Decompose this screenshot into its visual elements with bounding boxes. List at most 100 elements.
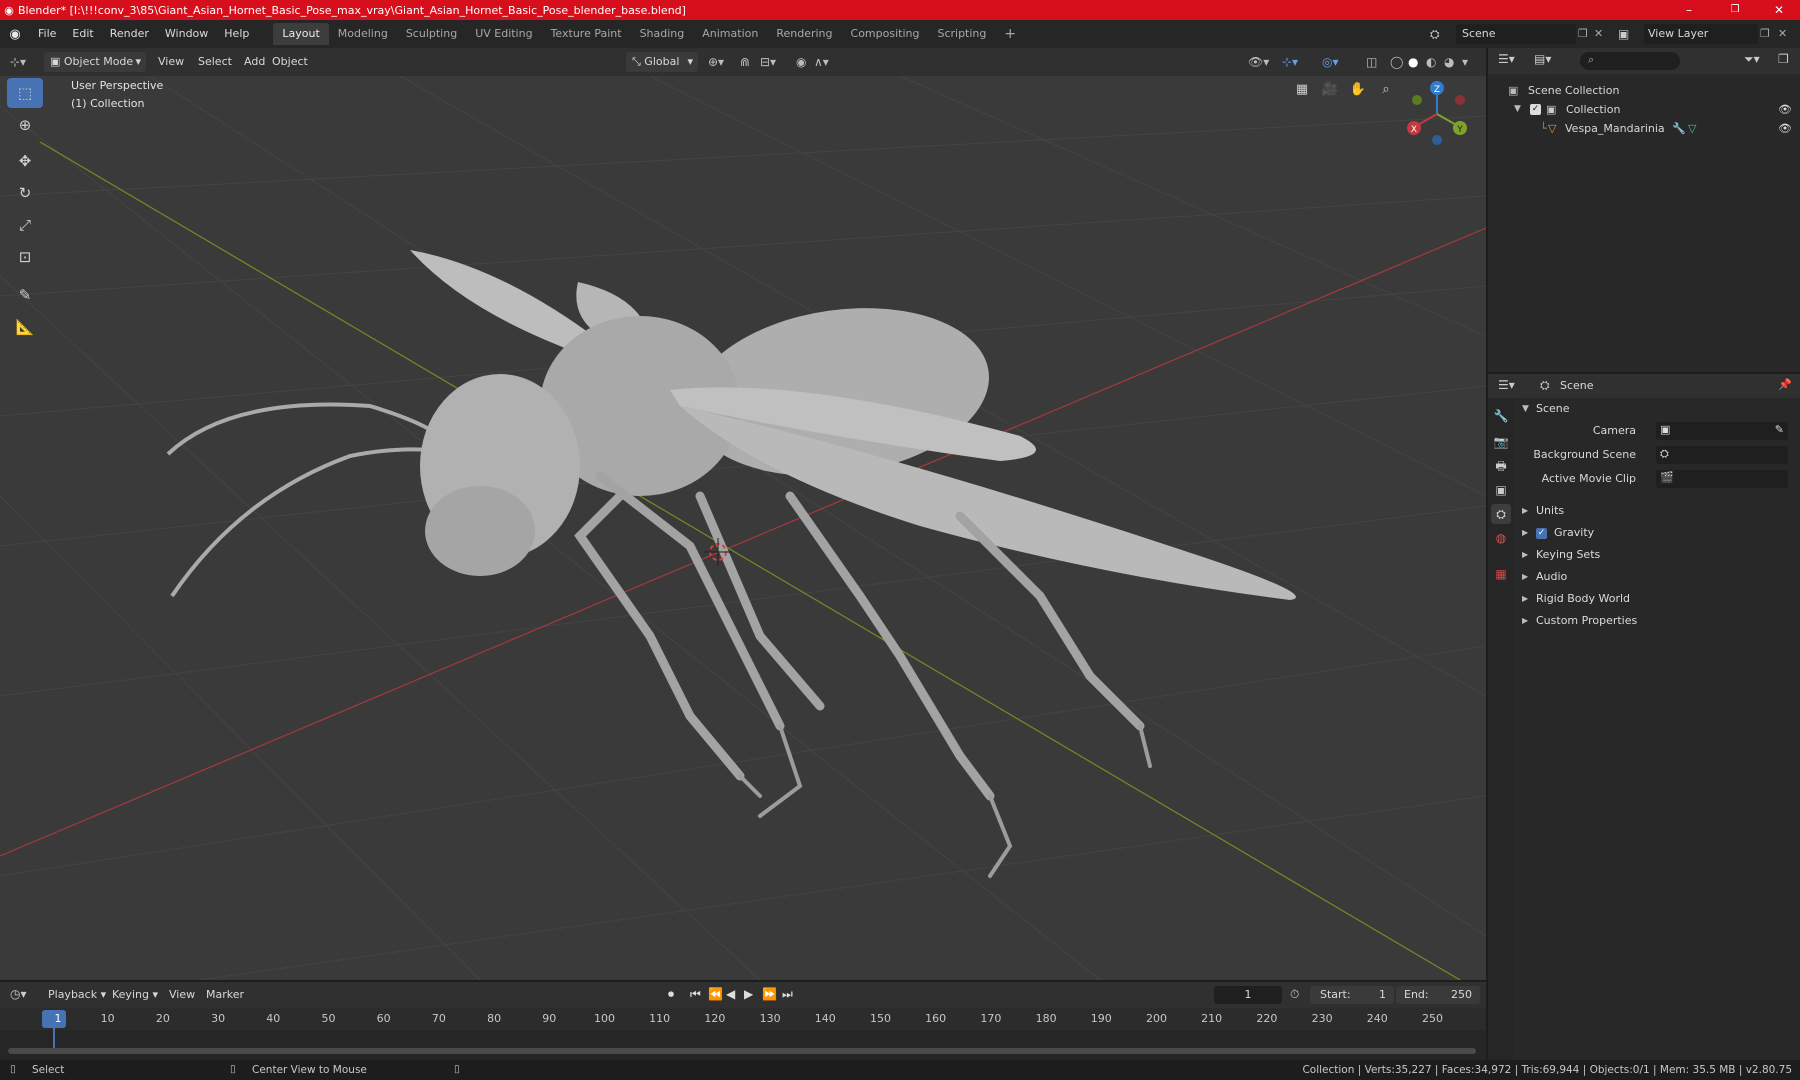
rotate-tool-icon[interactable]: ↻	[7, 178, 43, 208]
outliner-search-input[interactable]: ⌕	[1580, 52, 1680, 70]
move-tool-icon[interactable]: ✥	[7, 146, 43, 176]
gizmo-toggle-icon[interactable]: ⊹▾	[1282, 52, 1298, 72]
tab-animation[interactable]: Animation	[693, 23, 767, 45]
3d-viewport[interactable]: Z Y X User Perspective (1) Collection ▦ …	[0, 76, 1486, 980]
jump-start-icon[interactable]: ⏮	[690, 987, 701, 1002]
pin-icon[interactable]: 📌	[1778, 378, 1792, 391]
eyedropper-icon[interactable]: ✎	[1775, 423, 1784, 436]
tool-tab-icon[interactable]: 🔧	[1491, 406, 1511, 426]
measure-tool-icon[interactable]: 📐	[7, 312, 43, 342]
shading-options-icon[interactable]: ▾	[1462, 52, 1468, 72]
toggle-camera-ortho-icon[interactable]: ▦	[1290, 78, 1314, 102]
units-panel-header[interactable]: ▶ Units	[1514, 500, 1800, 522]
active-movie-clip-field[interactable]: 🎬	[1656, 470, 1788, 488]
jump-keyframe-forward-icon[interactable]: ⏩	[762, 987, 777, 1001]
modifier-wrench-icon[interactable]: 🔧	[1672, 119, 1686, 138]
new-view-layer-icon[interactable]: ❐	[1760, 24, 1776, 44]
audio-panel-header[interactable]: ▶ Audio	[1514, 566, 1800, 588]
custom-properties-panel-header[interactable]: ▶ Custom Properties	[1514, 610, 1800, 632]
end-frame-field[interactable]: End: 250	[1396, 986, 1480, 1004]
start-frame-field[interactable]: Start: 1	[1310, 986, 1394, 1004]
outliner-row-collection[interactable]: ▼ ✓ ▣ Collection 👁	[1488, 100, 1800, 119]
display-mode-icon[interactable]: ▤▾	[1534, 52, 1551, 66]
menu-render[interactable]: Render	[102, 20, 157, 48]
gravity-panel-header[interactable]: ▶ ✓ Gravity	[1514, 522, 1800, 544]
xray-toggle-icon[interactable]: ◫	[1366, 52, 1377, 72]
timeline-scrollbar[interactable]	[8, 1048, 1476, 1054]
new-scene-icon[interactable]: ❐	[1578, 24, 1594, 44]
menu-help[interactable]: Help	[216, 20, 257, 48]
current-frame-field[interactable]: 1	[1214, 986, 1282, 1004]
wireframe-shading-icon[interactable]: ◯	[1390, 52, 1403, 72]
pan-view-icon[interactable]: ✋	[1346, 78, 1370, 102]
editor-type-icon[interactable]: ⊹▾	[10, 52, 26, 72]
camera-field[interactable]: ▣ ✎	[1656, 422, 1788, 440]
outliner-row-object[interactable]: └ ▽ Vespa_Mandarinia 🔧 ▽ 👁	[1488, 119, 1800, 138]
tab-sculpting[interactable]: Sculpting	[397, 23, 466, 45]
background-scene-field[interactable]: ⛭	[1656, 446, 1788, 464]
snap-icon[interactable]: ⋒	[740, 52, 750, 72]
timeline-area[interactable]: 1 10 20 30 40 50 60 70 80 90 100 110 120 130 140 150 160…	[0, 1008, 1486, 1060]
eye-icon[interactable]: 👁	[1778, 100, 1792, 119]
delete-view-layer-icon[interactable]: ✕	[1778, 24, 1794, 44]
properties-editor-type-icon[interactable]: ☰▾	[1498, 378, 1515, 392]
blender-menu-icon[interactable]: ◉	[0, 27, 30, 42]
new-collection-icon[interactable]: ❐	[1778, 52, 1789, 66]
keying-sets-panel-header[interactable]: ▶ Keying Sets	[1514, 544, 1800, 566]
outliner-editor-type-icon[interactable]: ☰▾	[1498, 52, 1515, 66]
delete-scene-icon[interactable]: ✕	[1594, 24, 1610, 44]
jump-keyframe-back-icon[interactable]: ⏪	[708, 987, 723, 1001]
menu-window[interactable]: Window	[157, 20, 216, 48]
transform-orientation-dropdown[interactable]: ⤡ Global ▾	[626, 52, 698, 72]
view-layer-icon[interactable]: ▣	[1618, 24, 1642, 44]
view-layer-selector[interactable]: View Layer	[1644, 24, 1758, 44]
proportional-editing-icon[interactable]: ◉	[796, 52, 806, 72]
gravity-checkbox[interactable]: ✓	[1536, 528, 1547, 539]
zoom-view-icon[interactable]: ⌕	[1374, 78, 1398, 102]
play-reverse-icon[interactable]: ◀	[726, 987, 735, 1001]
tab-rendering[interactable]: Rendering	[767, 23, 841, 45]
tab-uv-editing[interactable]: UV Editing	[466, 23, 541, 45]
jump-end-icon[interactable]: ⏭	[782, 987, 793, 1002]
tab-layout[interactable]: Layout	[273, 23, 329, 45]
select-box-tool-icon[interactable]: ⬚	[7, 78, 43, 108]
texture-tab-icon[interactable]: ▦	[1491, 564, 1511, 584]
minimize-button[interactable]: –	[1666, 0, 1712, 20]
frame-ruler[interactable]: 1 10 20 30 40 50 60 70 80 90 100 110 120 130 140 150 160…	[0, 1008, 1486, 1030]
tab-shading[interactable]: Shading	[631, 23, 694, 45]
tab-modeling[interactable]: Modeling	[329, 23, 397, 45]
expand-arrow-icon[interactable]: ▼	[1514, 100, 1521, 119]
record-icon[interactable]: ⏺	[668, 987, 674, 1002]
filter-icon[interactable]: ⏷▾	[1744, 52, 1760, 67]
playback-menu[interactable]: Playback ▾	[48, 988, 106, 1001]
object-menu[interactable]: Object	[266, 52, 314, 72]
rigid-body-world-panel-header[interactable]: ▶ Rigid Body World	[1514, 588, 1800, 610]
snap-target-icon[interactable]: ⊟▾	[760, 52, 776, 72]
timeline-editor-type-icon[interactable]: ◷▾	[10, 987, 27, 1001]
scene-panel-header[interactable]: ▼ Scene	[1514, 398, 1800, 420]
play-icon[interactable]: ▶	[744, 987, 753, 1001]
visibility-icon[interactable]: 👁▾	[1248, 52, 1269, 72]
timeline-view-menu[interactable]: View	[169, 988, 195, 1001]
navigation-gizmo[interactable]: Z Y X	[1407, 81, 1467, 145]
scale-tool-icon[interactable]: ⤢	[7, 210, 43, 240]
maximize-button[interactable]: ❐	[1712, 0, 1758, 20]
tab-compositing[interactable]: Compositing	[842, 23, 929, 45]
rendered-shading-icon[interactable]: ◕	[1444, 52, 1454, 72]
scene-selector[interactable]: Scene	[1456, 24, 1576, 44]
material-shading-icon[interactable]: ◐	[1426, 52, 1436, 72]
use-preview-range-icon[interactable]: ⏱	[1290, 987, 1299, 1002]
eye-icon[interactable]: 👁	[1778, 119, 1792, 138]
scene-tab-icon[interactable]: ⛭	[1491, 504, 1511, 524]
collection-checkbox[interactable]: ✓	[1530, 104, 1541, 115]
view-menu[interactable]: View	[152, 52, 190, 72]
tab-scripting[interactable]: Scripting	[928, 23, 995, 45]
scene-icon[interactable]: ⛭	[1430, 24, 1448, 44]
camera-view-icon[interactable]: 🎥	[1318, 78, 1342, 102]
cursor-tool-icon[interactable]: ⊕	[7, 110, 43, 140]
solid-shading-icon[interactable]: ●	[1408, 52, 1418, 72]
falloff-icon[interactable]: ∧▾	[814, 52, 829, 72]
render-tab-icon[interactable]: 📷	[1491, 432, 1511, 452]
annotate-tool-icon[interactable]: ✎	[7, 280, 43, 310]
add-workspace-button[interactable]: +	[995, 23, 1025, 45]
